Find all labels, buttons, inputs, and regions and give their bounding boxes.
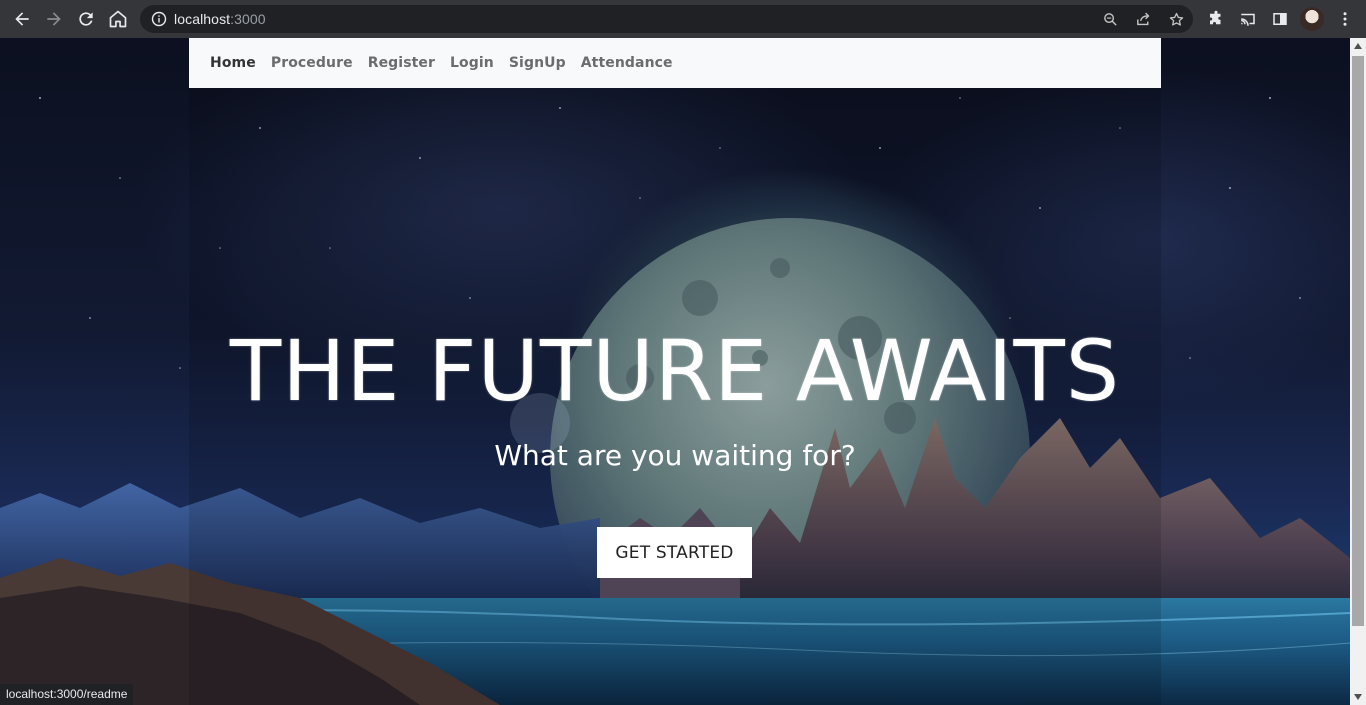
back-arrow-icon[interactable] [10, 7, 34, 31]
home-icon[interactable] [106, 7, 130, 31]
nav-link-signup[interactable]: SignUp [509, 55, 566, 71]
zoom-icon[interactable] [1100, 9, 1120, 29]
cast-icon[interactable] [1238, 9, 1258, 29]
scrollbar-thumb[interactable] [1352, 56, 1364, 626]
scroll-down-icon[interactable] [1350, 689, 1366, 705]
kebab-menu-icon[interactable] [1335, 9, 1355, 29]
reload-icon[interactable] [74, 7, 98, 31]
top-navbar: Home Procedure Register Login SignUp Att… [189, 38, 1161, 88]
nav-link-register[interactable]: Register [368, 55, 435, 71]
puzzle-icon[interactable] [1206, 9, 1226, 29]
profile-avatar[interactable] [1300, 7, 1324, 31]
url-host: localhost [174, 11, 231, 27]
browser-toolbar: localhost:3000 [0, 0, 1366, 38]
page-viewport: Home Procedure Register Login SignUp Att… [0, 38, 1350, 705]
hero-subtitle: What are you waiting for? [494, 439, 856, 472]
info-icon[interactable] [151, 11, 167, 27]
nav-link-attendance[interactable]: Attendance [581, 55, 673, 71]
nav-link-home[interactable]: Home [210, 55, 256, 71]
nav-link-procedure[interactable]: Procedure [271, 55, 353, 71]
url-port: :3000 [230, 11, 266, 27]
link-status-bubble: localhost:3000/readme [0, 684, 134, 705]
url-text[interactable]: localhost:3000 [174, 11, 266, 27]
get-started-button[interactable]: GET STARTED [597, 527, 752, 578]
vertical-scrollbar[interactable] [1350, 38, 1366, 705]
forward-arrow-icon[interactable] [42, 7, 66, 31]
share-icon[interactable] [1133, 9, 1153, 29]
address-bar[interactable]: localhost:3000 [140, 5, 1193, 33]
side-panel-icon[interactable] [1270, 9, 1290, 29]
hero-title: THE FUTURE AWAITS [229, 322, 1121, 420]
star-icon[interactable] [1166, 9, 1186, 29]
nav-link-login[interactable]: Login [450, 55, 494, 71]
scroll-up-icon[interactable] [1350, 38, 1366, 54]
